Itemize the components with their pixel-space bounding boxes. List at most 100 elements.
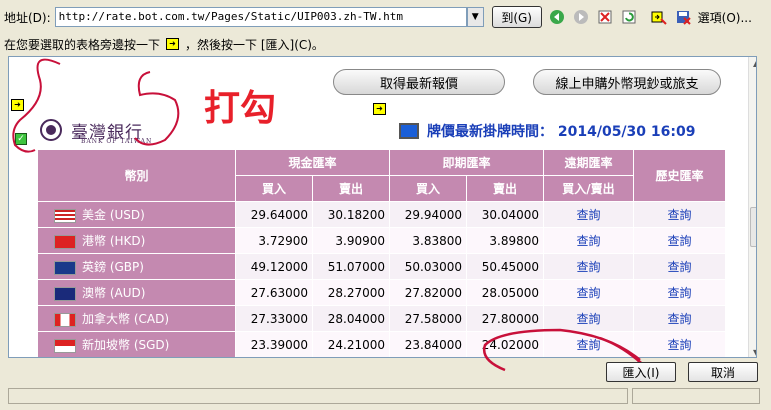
currency-cell: 新加坡幣 (SGD): [37, 331, 236, 357]
currency-name: 澳幣 (AUD): [82, 286, 146, 300]
spot-sell-value: 50.45000: [466, 253, 544, 280]
instruction-text-2: ，然後按一下 [匯入](C)。: [185, 37, 324, 52]
history-query-link[interactable]: 查詢: [633, 279, 726, 306]
cash-rate-header: 現金匯率: [235, 149, 390, 176]
stop-icon[interactable]: [596, 8, 614, 26]
currency-name: 新加坡幣 (SGD): [82, 338, 170, 352]
url-dropdown-icon[interactable]: ▼: [466, 7, 484, 27]
refresh-icon[interactable]: [620, 8, 638, 26]
forward-query-link[interactable]: 查詢: [543, 331, 634, 357]
options-button[interactable]: 選項(O)...: [698, 9, 752, 26]
cash-buy-value: 3.72900: [235, 227, 313, 254]
spot-sell-value: 3.89800: [466, 227, 544, 254]
table-arrow-icon[interactable]: ➜: [373, 103, 386, 115]
web-preview: 取得最新報價 線上申購外幣現鈔或旅支 ➜ ➜ 臺灣銀行 BANK OF TAIW…: [8, 56, 757, 358]
url-input[interactable]: http://rate.bot.com.tw/Pages/Static/UIP0…: [54, 7, 467, 27]
rate-time: 牌價最新掛牌時間： 2014/05/30 16:09: [399, 121, 695, 141]
currency-cell: 港幣 (HKD): [37, 227, 236, 254]
table-row: 美金 (USD) 29.64000 30.18200 29.94000 30.0…: [37, 201, 726, 228]
bank-logo: 臺灣銀行 BANK OF TAIWAN: [39, 115, 184, 145]
spot-buy-value: 23.84000: [389, 331, 467, 357]
rate-time-text: 牌價最新掛牌時間： 2014/05/30 16:09: [427, 124, 696, 140]
history-query-link[interactable]: 查詢: [633, 227, 726, 254]
ca-flag-icon: [54, 312, 76, 327]
back-icon[interactable]: [548, 8, 566, 26]
cash-buy-value: 27.33000: [235, 305, 313, 332]
forward-query-link[interactable]: 查詢: [543, 253, 634, 280]
vertical-scrollbar[interactable]: ▲ ▼: [748, 57, 756, 357]
history-query-link[interactable]: 查詢: [633, 331, 726, 357]
au-flag-icon: [54, 286, 76, 301]
forward-rate-header: 遠期匯率: [543, 149, 634, 176]
table-row: 澳幣 (AUD) 27.63000 28.27000 27.82000 28.0…: [37, 279, 726, 306]
monitor-icon: [399, 123, 419, 139]
exchange-rate-table[interactable]: 幣別 現金匯率 即期匯率 遠期匯率 歷史匯率 買入 賣出 買入 賣出 買入/賣出…: [37, 149, 726, 357]
cash-buy-value: 49.12000: [235, 253, 313, 280]
spot-buy-value: 27.82000: [389, 279, 467, 306]
cash-sell-value: 30.18200: [312, 201, 390, 228]
save-query-icon[interactable]: [674, 8, 692, 26]
currency-cell: 美金 (USD): [37, 201, 236, 228]
currency-name: 港幣 (HKD): [82, 234, 146, 248]
cash-sell-value: 3.90900: [312, 227, 390, 254]
spot-buy-header: 買入: [389, 175, 467, 202]
currency-cell: 英鎊 (GBP): [37, 253, 236, 280]
forward-query-link[interactable]: 查詢: [543, 201, 634, 228]
history-query-link[interactable]: 查詢: [633, 201, 726, 228]
table-arrow-icon[interactable]: ➜: [11, 99, 24, 111]
cash-sell-value: 51.07000: [312, 253, 390, 280]
spot-sell-value: 28.05000: [466, 279, 544, 306]
currency-header: 幣別: [37, 149, 236, 202]
status-bar: [8, 388, 628, 404]
history-query-link[interactable]: 查詢: [633, 253, 726, 280]
cash-sell-value: 28.27000: [312, 279, 390, 306]
cash-buy-value: 29.64000: [235, 201, 313, 228]
scroll-thumb[interactable]: [750, 207, 756, 247]
cash-buy-header: 買入: [235, 175, 313, 202]
bank-seal-icon: [40, 119, 62, 141]
spot-sell-header: 賣出: [466, 175, 544, 202]
currency-name: 美金 (USD): [82, 208, 145, 222]
instruction-text-1: 在您要選取的表格旁邊按一下: [4, 37, 161, 52]
cash-buy-value: 27.63000: [235, 279, 313, 306]
cash-sell-value: 24.21000: [312, 331, 390, 357]
spot-buy-value: 50.03000: [389, 253, 467, 280]
hk-flag-icon: [54, 234, 76, 249]
show-icons-icon[interactable]: [650, 8, 668, 26]
table-row: 新加坡幣 (SGD) 23.39000 24.21000 23.84000 24…: [37, 331, 726, 357]
currency-cell: 澳幣 (AUD): [37, 279, 236, 306]
scroll-up-icon[interactable]: ▲: [753, 59, 756, 68]
table-row: 港幣 (HKD) 3.72900 3.90900 3.83800 3.89800…: [37, 227, 726, 254]
forward-buy-sell-header: 買入/賣出: [543, 175, 634, 202]
currency-cell: 加拿大幣 (CAD): [37, 305, 236, 332]
table-row: 英鎊 (GBP) 49.12000 51.07000 50.03000 50.4…: [37, 253, 726, 280]
forward-query-link[interactable]: 查詢: [543, 227, 634, 254]
import-button[interactable]: 匯入(I): [606, 362, 676, 382]
annotation-text: 打勾: [204, 88, 277, 129]
uk-flag-icon: [54, 260, 76, 275]
currency-name: 加拿大幣 (CAD): [82, 312, 170, 326]
spot-rate-header: 即期匯率: [389, 149, 544, 176]
online-purchase-button[interactable]: 線上申購外幣現鈔或旅支: [533, 69, 721, 95]
cash-sell-header: 賣出: [312, 175, 390, 202]
spot-buy-value: 29.94000: [389, 201, 467, 228]
status-bar-panel: [632, 388, 760, 404]
forward-query-link[interactable]: 查詢: [543, 279, 634, 306]
table-row: 加拿大幣 (CAD) 27.33000 28.04000 27.58000 27…: [37, 305, 726, 332]
instruction-line: 在您要選取的表格旁邊按一下 ➜ ，然後按一下 [匯入](C)。: [4, 36, 324, 52]
history-rate-header: 歷史匯率: [633, 149, 726, 202]
us-flag-icon: [54, 208, 76, 223]
checkbox-icon[interactable]: ✓: [15, 133, 27, 145]
sg-flag-icon: [54, 338, 76, 353]
address-toolbar: 地址(D): http://rate.bot.com.tw/Pages/Stat…: [0, 0, 771, 34]
cancel-button[interactable]: 取消: [688, 362, 758, 382]
forward-icon[interactable]: [572, 8, 590, 26]
scroll-down-icon[interactable]: ▼: [753, 348, 756, 357]
latest-quote-button[interactable]: 取得最新報價: [333, 69, 505, 95]
history-query-link[interactable]: 查詢: [633, 305, 726, 332]
go-button[interactable]: 到(G): [491, 6, 542, 28]
table-arrow-icon: ➜: [166, 38, 180, 50]
cash-buy-value: 23.39000: [235, 331, 313, 357]
currency-name: 英鎊 (GBP): [82, 260, 144, 274]
forward-query-link[interactable]: 查詢: [543, 305, 634, 332]
